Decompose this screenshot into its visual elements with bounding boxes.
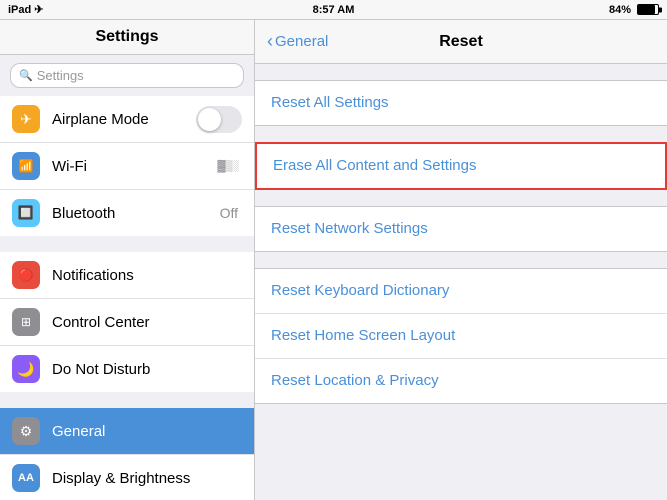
reset-keyboard-item[interactable]: Reset Keyboard Dictionary (255, 269, 667, 314)
sidebar-search[interactable]: 🔍 Settings (0, 55, 254, 96)
sidebar-item-airplane[interactable]: ✈ Airplane Mode (0, 96, 254, 143)
right-content: Reset All Settings Erase All Content and… (255, 64, 667, 500)
sidebar-item-label: Do Not Disturb (52, 361, 242, 378)
sidebar-header: Settings (0, 20, 254, 55)
battery-icon (637, 4, 659, 15)
back-label[interactable]: General (275, 33, 328, 50)
sidebar-item-label: Control Center (52, 314, 242, 331)
airplane-toggle[interactable] (196, 106, 242, 133)
right-panel-title: Reset (439, 33, 483, 51)
sidebar-item-label: Bluetooth (52, 205, 220, 222)
back-chevron-icon: ‹ (267, 32, 273, 50)
right-header: ‹ General Reset (255, 20, 667, 64)
sidebar-item-wifi[interactable]: 📶 Wi-Fi ▓▒░ (0, 143, 254, 190)
sidebar-item-notifications[interactable]: 🔴 Notifications (0, 252, 254, 299)
status-right: 84% (609, 4, 659, 16)
sidebar-item-display[interactable]: AA Display & Brightness (0, 455, 254, 500)
ipad-label: iPad ✈ (8, 3, 44, 16)
donotdisturb-icon: 🌙 (12, 355, 40, 383)
sidebar-item-label: General (52, 423, 242, 440)
sidebar-title: Settings (95, 28, 158, 45)
erase-all-section: Erase All Content and Settings (255, 142, 667, 190)
sidebar-section-1: ✈ Airplane Mode 📶 Wi-Fi ▓▒░ 🔲 Bluetooth … (0, 96, 254, 236)
main-layout: Settings 🔍 Settings ✈ Airplane Mode 📶 Wi… (0, 20, 667, 500)
search-placeholder: Settings (37, 68, 84, 83)
back-button[interactable]: ‹ General (267, 33, 328, 50)
notifications-icon: 🔴 (12, 261, 40, 289)
right-panel: ‹ General Reset Reset All Settings Erase… (255, 20, 667, 500)
status-time: 8:57 AM (313, 4, 355, 16)
reset-homescreen-label: Reset Home Screen Layout (271, 327, 455, 344)
bluetooth-value: Off (220, 205, 238, 221)
controlcenter-icon: ⊞ (12, 308, 40, 336)
bluetooth-icon: 🔲 (12, 199, 40, 227)
sidebar-item-label: Notifications (52, 267, 242, 284)
reset-group-section: Reset Keyboard Dictionary Reset Home Scr… (255, 268, 667, 404)
erase-all-item[interactable]: Erase All Content and Settings (257, 144, 665, 188)
reset-all-settings-section: Reset All Settings (255, 80, 667, 126)
reset-network-section: Reset Network Settings (255, 206, 667, 252)
general-icon: ⚙ (12, 417, 40, 445)
erase-all-label: Erase All Content and Settings (273, 157, 476, 174)
sidebar-item-general[interactable]: ⚙ General (0, 408, 254, 455)
status-bar: iPad ✈ 8:57 AM 84% (0, 0, 667, 20)
airplane-icon: ✈ (12, 105, 40, 133)
sidebar-section-3: ⚙ General AA Display & Brightness ❇ Wall… (0, 408, 254, 500)
sidebar-item-label: Wi-Fi (52, 158, 217, 175)
display-icon: AA (12, 464, 40, 492)
reset-homescreen-item[interactable]: Reset Home Screen Layout (255, 314, 667, 359)
sidebar-item-bluetooth[interactable]: 🔲 Bluetooth Off (0, 190, 254, 236)
reset-location-label: Reset Location & Privacy (271, 372, 439, 389)
search-box[interactable]: 🔍 Settings (10, 63, 244, 88)
reset-all-settings-item[interactable]: Reset All Settings (255, 81, 667, 125)
sidebar-item-label: Airplane Mode (52, 111, 196, 128)
sidebar-item-donotdisturb[interactable]: 🌙 Do Not Disturb (0, 346, 254, 392)
wifi-value: ▓▒░ (217, 160, 238, 172)
sidebar-item-controlcenter[interactable]: ⊞ Control Center (0, 299, 254, 346)
sidebar-section-2: 🔴 Notifications ⊞ Control Center 🌙 Do No… (0, 252, 254, 392)
reset-location-item[interactable]: Reset Location & Privacy (255, 359, 667, 403)
sidebar: Settings 🔍 Settings ✈ Airplane Mode 📶 Wi… (0, 20, 255, 500)
status-left: iPad ✈ (8, 3, 44, 16)
reset-network-label: Reset Network Settings (271, 220, 428, 237)
sidebar-list: ✈ Airplane Mode 📶 Wi-Fi ▓▒░ 🔲 Bluetooth … (0, 96, 254, 500)
wifi-icon: 📶 (12, 152, 40, 180)
sidebar-item-label: Display & Brightness (52, 470, 242, 487)
reset-keyboard-label: Reset Keyboard Dictionary (271, 282, 449, 299)
battery-text: 84% (609, 4, 631, 16)
search-icon: 🔍 (19, 69, 33, 82)
reset-all-settings-label: Reset All Settings (271, 94, 389, 111)
reset-network-item[interactable]: Reset Network Settings (255, 207, 667, 251)
